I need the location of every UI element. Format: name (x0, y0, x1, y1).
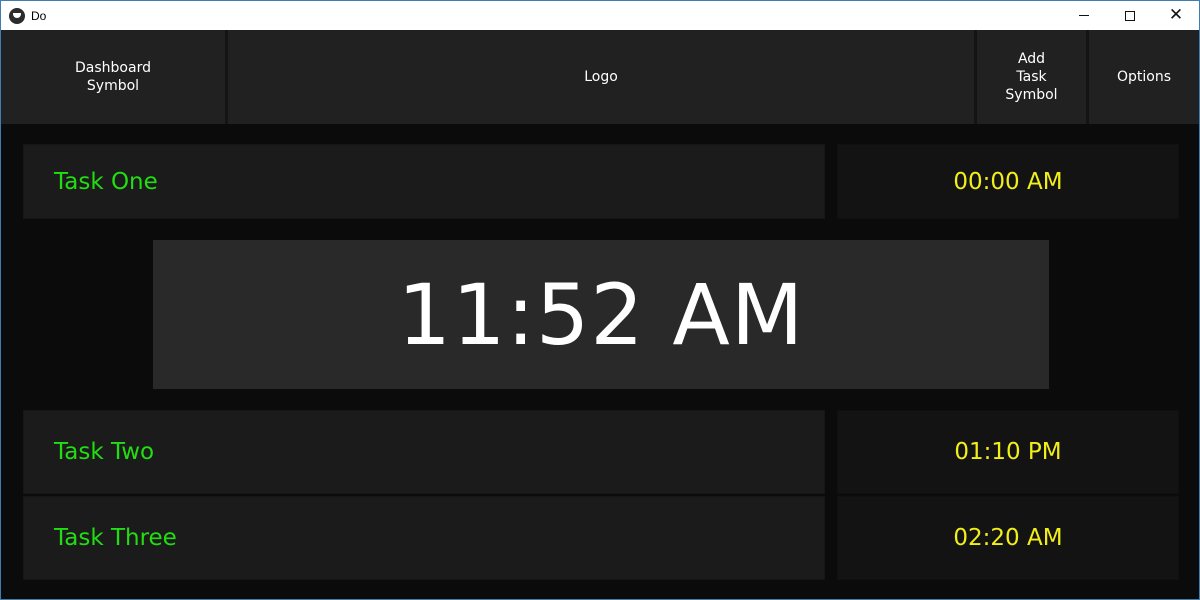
options-button[interactable]: Options (1089, 30, 1199, 124)
dashboard-button[interactable]: Dashboard Symbol (1, 30, 225, 124)
task-time-button[interactable]: 00:00 AM (837, 144, 1179, 219)
task-time-button[interactable]: 02:20 AM (837, 496, 1179, 580)
close-icon: ✕ (1168, 5, 1184, 25)
task-name-button[interactable]: Task Two (23, 410, 825, 494)
task-name-button[interactable]: Task One (23, 144, 825, 219)
top-nav-bar: Dashboard Symbol Logo Add Task Symbol Op… (1, 30, 1199, 124)
app-window: Do ✕ Dashboard Symbol Logo Add Task Symb… (0, 0, 1200, 600)
window-controls: ✕ (1061, 1, 1199, 30)
title-bar[interactable]: Do ✕ (1, 1, 1199, 30)
minimize-icon (1079, 15, 1089, 16)
kivy-icon (9, 7, 25, 24)
add-task-button[interactable]: Add Task Symbol (977, 30, 1086, 124)
maximize-button[interactable] (1107, 1, 1153, 30)
current-time-display: 11:52 AM (153, 240, 1049, 389)
window-title: Do (31, 8, 47, 23)
task-name-button[interactable]: Task Three (23, 496, 825, 580)
minimize-button[interactable] (1061, 1, 1107, 30)
close-button[interactable]: ✕ (1153, 1, 1199, 30)
logo-button[interactable]: Logo (228, 30, 974, 124)
task-time-button[interactable]: 01:10 PM (837, 410, 1179, 494)
maximize-icon (1125, 10, 1135, 21)
